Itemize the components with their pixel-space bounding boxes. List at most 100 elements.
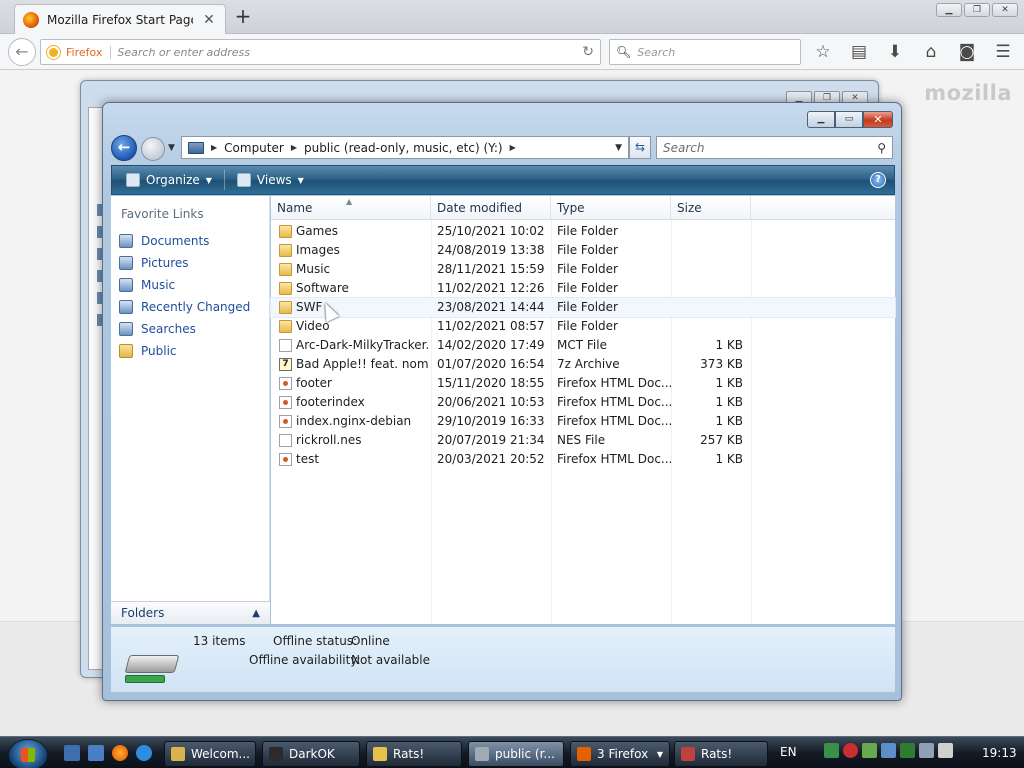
file-row[interactable]: footerindex 20/06/2021 10:53 Firefox HTML … [271,393,895,412]
maximize-button[interactable]: ▭ [835,111,863,128]
minimize-button[interactable]: ▁ [936,3,962,17]
refresh-button[interactable]: ⇆ [629,136,651,159]
url-input[interactable]: Search or enter address [117,46,576,59]
url-bar[interactable]: Firefox Search or enter address ↻ [40,39,601,65]
address-history-dropdown-icon[interactable]: ▼ [615,143,622,153]
show-desktop-icon[interactable] [64,745,80,761]
column-header-type[interactable]: Type [551,196,671,220]
firefox-quicklaunch-icon[interactable] [112,745,128,761]
windows-logo-icon [21,748,35,762]
column-header-date[interactable]: Date modified [431,196,551,220]
taskbar-button[interactable]: Welcom... [164,741,256,767]
language-indicator[interactable]: EN [780,745,797,759]
archive-icon: 7 [279,358,292,371]
monitor-icon[interactable] [919,743,934,758]
web-search-box[interactable]: 🔍︎ Search [609,39,801,65]
identity-icon[interactable] [47,45,60,59]
file-row[interactable]: footer 15/11/2020 18:55 Firefox HTML Doc..… [271,374,895,393]
breadcrumb-arrow-icon[interactable]: ▶ [211,143,217,152]
file-row[interactable]: 7 Bad Apple!! feat. nomi... 01/07/2020 16:… [271,355,895,374]
switch-windows-icon[interactable] [88,745,104,761]
file-row[interactable]: Games 25/10/2021 10:02 File Folder [271,222,895,241]
file-row[interactable]: index.nginx-debian 29/10/2019 16:33 Firefo… [271,412,895,431]
restore-button[interactable]: ❐ [964,3,990,17]
minimize-button[interactable]: ▁ [807,111,835,128]
file-row[interactable]: rickroll.nes 20/07/2019 21:34 NES File 257 … [271,431,895,450]
forward-button[interactable] [141,137,165,161]
security-alert-icon[interactable] [843,743,858,758]
nav-item-music[interactable]: Music [111,274,269,296]
internet-explorer-icon[interactable] [136,745,152,761]
html-icon [279,415,292,428]
column-header-name[interactable]: Name ▲ [271,196,431,220]
taskbar-button[interactable]: Rats! [366,741,462,767]
bookmark-star-icon[interactable]: ☆ [810,40,836,64]
firefox-tab[interactable]: Mozilla Firefox Start Page ✕ [14,4,226,34]
address-bar[interactable]: ▶ Computer ▶ public (read-only, music, e… [181,136,629,159]
breadcrumb-arrow-icon[interactable]: ▶ [291,143,297,152]
home-icon[interactable]: ⌂ [918,40,944,64]
offline-availability-value: Not available [351,653,431,667]
file-row[interactable]: test 20/03/2021 20:52 Firefox HTML Doc... 1… [271,450,895,469]
breadcrumb-computer[interactable]: Computer [224,141,284,155]
nav-item-documents[interactable]: Documents [111,230,269,252]
breadcrumb-drive[interactable]: public (read-only, music, etc) (Y:) [304,141,503,155]
nav-item-searches[interactable]: Searches [111,318,269,340]
tab-close-icon[interactable]: ✕ [201,12,217,28]
volume-icon[interactable] [938,743,953,758]
file-date: 25/10/2021 10:02 [437,224,545,238]
tray-app-icon[interactable] [900,743,915,758]
file-row[interactable]: Images 24/08/2019 13:38 File Folder [271,241,895,260]
organize-button[interactable]: Organize ▼ [120,168,218,192]
pocket-icon[interactable]: ◙ [954,40,980,64]
nav-item-recently-changed[interactable]: Recently Changed [111,296,269,318]
mozilla-watermark: mozilla [924,81,1012,105]
taskbar-button[interactable]: public (r... [468,741,564,767]
file-row[interactable]: Arc-Dark-MilkyTracker... 14/02/2020 17:49… [271,336,895,355]
reading-list-icon[interactable]: ▤ [846,40,872,64]
folder-icon [279,282,292,295]
tray-app-icon[interactable] [862,743,877,758]
recent-pages-dropdown-icon[interactable]: ▼ [168,143,175,153]
clock[interactable]: 19:13 [982,746,1017,760]
chevron-down-icon: ▼ [205,175,212,185]
new-tab-button[interactable]: + [232,6,254,28]
command-toolbar: Organize ▼ Views ▼ ? [111,165,895,195]
help-icon[interactable]: ? [870,172,886,188]
column-header-size[interactable]: Size [671,196,751,220]
taskbar-button[interactable]: 3 Firefox ▼ [570,741,670,767]
reload-icon[interactable]: ↻ [582,44,594,60]
folder-icon [279,225,292,238]
column-header-row: Name ▲ Date modified Type Size [271,196,895,220]
file-row[interactable]: Music 28/11/2021 15:59 File Folder [271,260,895,279]
back-arrow-icon[interactable]: ← [8,38,36,66]
file-size: 373 KB [700,357,743,371]
file-row[interactable]: Software 11/02/2021 12:26 File Folder [271,279,895,298]
breadcrumb-arrow-icon[interactable]: ▶ [510,143,516,152]
taskbar-button[interactable]: Rats! [674,741,768,767]
views-button[interactable]: Views ▼ [231,168,310,192]
close-button[interactable]: ✕ [863,111,893,128]
start-button[interactable] [8,739,48,768]
nav-item-pictures[interactable]: Pictures [111,252,269,274]
file-row[interactable]: SWF 23/08/2021 14:44 File Folder [270,297,896,318]
back-button[interactable]: ← [111,135,137,161]
web-search-input[interactable]: Search [637,46,675,59]
nav-item-public[interactable]: Public [111,340,269,362]
explorer-search-box[interactable]: Search ⚲ [656,136,893,159]
search-icon[interactable]: ⚲ [877,141,886,155]
file-name-cell: test [279,450,429,469]
file-row[interactable]: Video 11/02/2021 08:57 File Folder [271,317,895,336]
explorer-search-input[interactable]: Search [663,141,705,155]
explorer-window[interactable]: ▁ ▭ ✕ ← ▼ ▶ Computer ▶ public (read-only… [102,102,902,701]
file-date: 14/02/2020 17:49 [437,338,545,352]
html-icon [279,453,292,466]
downloads-icon[interactable]: ⬇ [882,40,908,64]
views-icon [236,173,251,187]
folders-toggle[interactable]: Folders ▲ [111,601,270,624]
tray-app-icon[interactable] [881,743,896,758]
network-icon[interactable] [824,743,839,758]
close-button[interactable]: ✕ [992,3,1018,17]
menu-hamburger-icon[interactable]: ☰ [990,40,1016,64]
taskbar-button[interactable]: DarkOK [262,741,360,767]
